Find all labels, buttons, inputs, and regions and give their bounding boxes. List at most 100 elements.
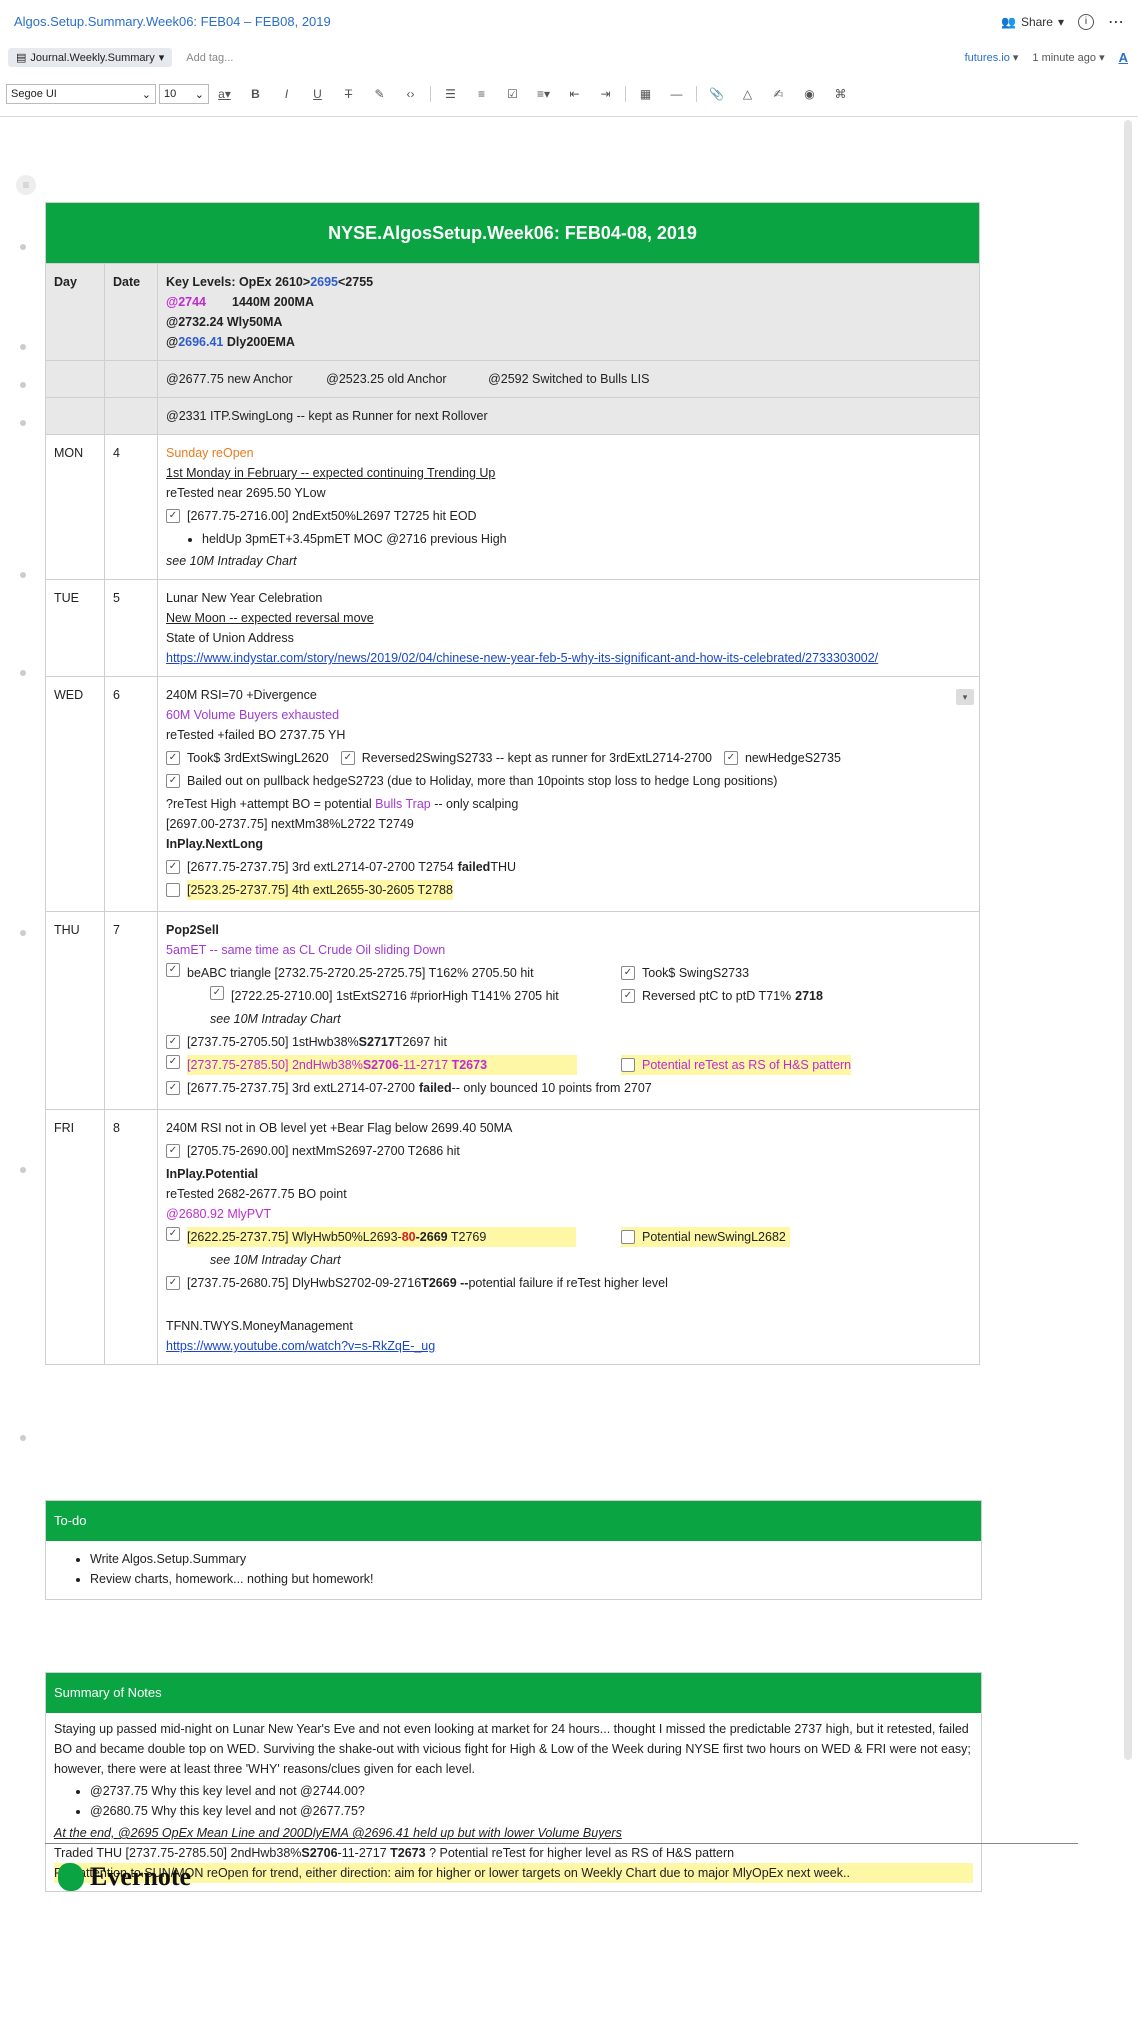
checkbox[interactable]: ✓ xyxy=(166,1055,180,1069)
updated-time[interactable]: 1 minute ago ▾ xyxy=(1032,51,1104,64)
horizontal-rule-icon[interactable]: — xyxy=(661,87,692,101)
checkbox[interactable]: ✓ xyxy=(166,774,180,788)
logo-text: Evernote xyxy=(90,1862,192,1891)
note-line: reTested near 2695.50 YLow xyxy=(166,486,326,500)
font-a-icon[interactable]: A xyxy=(1119,50,1128,65)
checkbox[interactable]: ✓ xyxy=(166,1276,180,1290)
empty-cell xyxy=(104,397,158,435)
notebook-icon: ▤ xyxy=(16,52,27,64)
highlight-icon[interactable]: ✎ xyxy=(364,87,395,101)
checklist-text: Reversed2SwingS2733 -- kept as runner fo… xyxy=(361,751,712,765)
strikethrough-icon[interactable]: T xyxy=(333,87,364,101)
align-icon[interactable]: ≡▾ xyxy=(528,87,559,101)
bullet-list-icon[interactable]: ☰ xyxy=(435,87,466,101)
note-meta: futures.io ▾ 1 minute ago ▾ A xyxy=(965,50,1128,65)
more-icon[interactable]: ⋯ xyxy=(1108,12,1124,32)
checkbox[interactable]: ✓ xyxy=(166,860,180,874)
checkbox[interactable]: ✓ xyxy=(166,1227,180,1241)
scrollbar[interactable] xyxy=(1124,120,1132,1760)
block-dot xyxy=(20,344,26,350)
notes-cell: Lunar New Year Celebration New Moon -- e… xyxy=(157,579,980,677)
checklist-text: T2769 xyxy=(447,1230,487,1244)
checkbox[interactable]: ✓ xyxy=(621,989,635,1003)
text-color-icon[interactable]: a▾ xyxy=(209,87,240,101)
add-tag-input[interactable]: Add tag... xyxy=(186,52,233,64)
record-icon[interactable]: ◉ xyxy=(794,87,825,101)
empty-cell xyxy=(45,397,105,435)
font-size-select[interactable]: 10 ⌄ xyxy=(159,84,209,104)
table-icon[interactable]: ▦ xyxy=(630,87,661,101)
checklist-text: Took$ SwingS2733 xyxy=(642,966,750,980)
table-row-mon: MON 4 Sunday reOpen 1st Monday in Februa… xyxy=(45,434,980,580)
checkbox[interactable] xyxy=(621,1230,635,1244)
source-link[interactable]: futures.io ▾ xyxy=(965,51,1019,64)
indent-icon[interactable]: ⇥ xyxy=(590,87,621,101)
share-button[interactable]: 👥 Share ▾ xyxy=(1001,15,1064,29)
checkbox[interactable]: ✓ xyxy=(340,751,355,765)
checklist-text: S2706 xyxy=(362,1058,399,1072)
note-line: [2697.00-2737.75] nextMm38%L2722 T2749 xyxy=(166,817,414,831)
info-icon[interactable]: i xyxy=(1078,14,1094,30)
note-line: -- only scalping xyxy=(430,797,519,811)
checklist-text: failed xyxy=(418,1081,452,1095)
checklist-text: potential failure if reTest higher level xyxy=(468,1276,668,1290)
checkbox[interactable] xyxy=(621,1058,635,1072)
block-dot xyxy=(20,930,26,936)
command-icon[interactable]: ⌘ xyxy=(825,87,856,101)
note-line: 1st Monday in February -- expected conti… xyxy=(166,466,496,480)
drive-icon[interactable]: △ xyxy=(732,87,763,101)
checklist-text: [2677.75-2737.75] 3rd extL2714-07-2700 xyxy=(187,1081,415,1095)
underline-icon[interactable]: U xyxy=(302,87,333,101)
checkbox[interactable]: ✓ xyxy=(166,1144,180,1158)
note-line: 240M RSI=70 +Divergence xyxy=(166,688,317,702)
checkbox[interactable]: ✓ xyxy=(166,1081,180,1095)
checkbox[interactable]: ✓ xyxy=(621,966,635,980)
article-link[interactable]: https://www.indystar.com/story/news/2019… xyxy=(166,648,971,668)
checklist-text: [2705.75-2690.00] nextMmS2697-2700 T2686… xyxy=(187,1144,460,1158)
key-level-value: 2695 xyxy=(310,275,338,289)
checkbox[interactable]: ✓ xyxy=(166,509,180,523)
top-actions: 👥 Share ▾ i ⋯ xyxy=(1001,12,1124,32)
italic-icon[interactable]: I xyxy=(271,87,302,101)
checklist-icon[interactable]: ☑ xyxy=(497,87,528,101)
list-item: Write Algos.Setup.Summary xyxy=(90,1549,973,1569)
source-label: futures.io xyxy=(964,52,1010,64)
youtube-link[interactable]: https://www.youtube.com/watch?v=s-RkZqE-… xyxy=(166,1336,971,1356)
checkbox[interactable]: ✓ xyxy=(166,751,180,765)
cell-menu-icon[interactable]: ▾ xyxy=(956,689,974,705)
checklist-text: [2737.75-2705.50] 1stHwb38% xyxy=(187,1035,359,1049)
checkbox[interactable]: ✓ xyxy=(723,751,738,765)
checkbox[interactable]: ✓ xyxy=(166,963,180,977)
block-handle-icon[interactable]: ≡ xyxy=(16,175,36,195)
checklist-text: Reversed ptC to ptD T71% xyxy=(642,989,792,1003)
bold-icon[interactable]: B xyxy=(240,87,271,101)
note-line: 60M Volume Buyers exhausted xyxy=(166,708,340,722)
note-title[interactable]: Algos.Setup.Summary.Week06: FEB04 – FEB0… xyxy=(14,14,331,29)
anchors-cell: @2677.75 new Anchor @2523.25 old Anchor … xyxy=(157,360,980,398)
checkbox[interactable]: ✓ xyxy=(210,986,224,1000)
note-line: ?reTest High +attempt BO = potential xyxy=(166,797,376,811)
attachment-icon[interactable]: 📎 xyxy=(701,87,732,101)
section-label: Pop2Sell xyxy=(166,923,219,937)
table-row-tue: TUE 5 Lunar New Year Celebration New Moo… xyxy=(45,579,980,677)
checkbox[interactable]: ✓ xyxy=(166,1035,180,1049)
checklist-text: -- only bounced 10 points from 2707 xyxy=(451,1081,652,1095)
checklist-text: [2677.75-2737.75] 3rd extL2714-07-2700 T… xyxy=(187,860,454,874)
numbered-list-icon[interactable]: ≡ xyxy=(466,87,497,101)
toolbar-divider xyxy=(625,86,626,102)
sketch-icon[interactable]: ✍ xyxy=(763,87,794,101)
format-toolbar: Segoe UI ⌄ 10 ⌄ a▾ B I U T ✎ ‹› ☰ ≡ ☑ ≡▾ ⇤… xyxy=(6,84,856,104)
checkbox[interactable] xyxy=(166,883,180,897)
summary-list: @2737.75 Why this key level and not @274… xyxy=(54,1781,973,1821)
day-cell: TUE xyxy=(45,579,105,677)
font-family-select[interactable]: Segoe UI ⌄ xyxy=(6,84,156,104)
checklist-text: -11-2717 xyxy=(399,1058,452,1072)
chevron-down-icon: ▾ xyxy=(158,52,165,64)
note-header: Algos.Setup.Summary.Week06: FEB04 – FEB0… xyxy=(0,0,1138,117)
code-icon[interactable]: ‹› xyxy=(395,87,426,101)
empty-cell xyxy=(104,360,158,398)
outdent-icon[interactable]: ⇤ xyxy=(559,87,590,101)
block-dot xyxy=(20,670,26,676)
note-line: State of Union Address xyxy=(166,631,294,645)
notebook-selector[interactable]: ▤ Journal.Weekly.Summary ▾ xyxy=(8,48,173,67)
